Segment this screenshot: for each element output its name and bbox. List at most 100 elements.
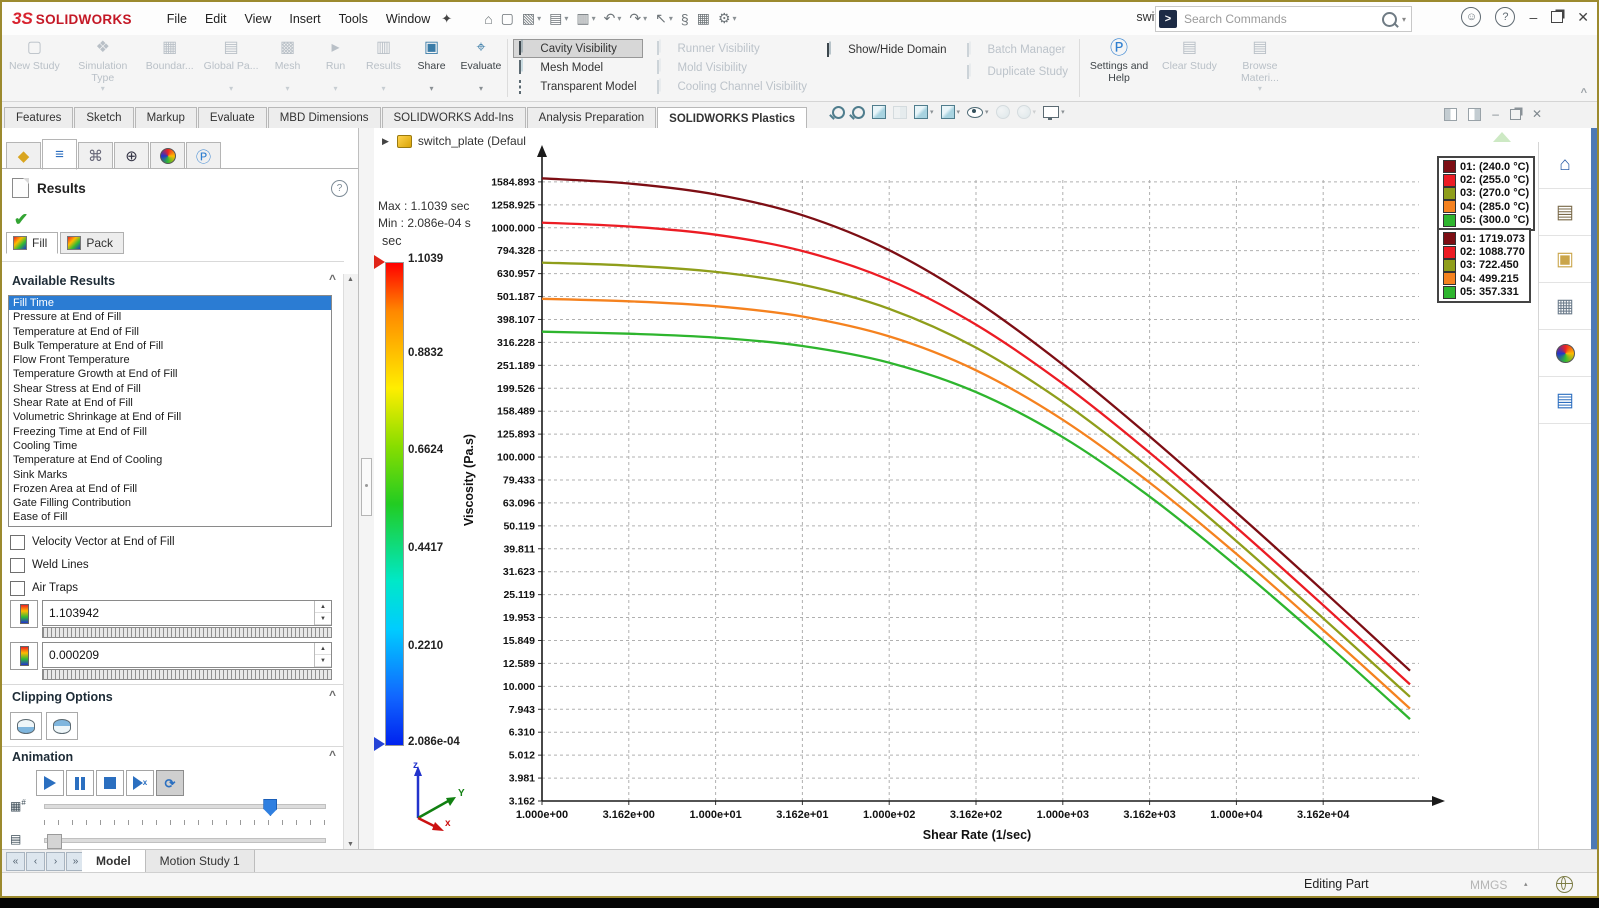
evaluate-button[interactable]: ⌖Evaluate▾ [456, 35, 507, 101]
flip-clipping-icon[interactable] [46, 712, 78, 740]
speed-slider-track[interactable] [44, 838, 326, 843]
speed-slider-handle[interactable] [47, 834, 62, 849]
min-scale-icon[interactable] [10, 642, 38, 670]
menu-view[interactable]: View [236, 8, 281, 30]
select-icon[interactable]: ↖▾ [655, 10, 673, 27]
search-commands-box[interactable]: > ▾ [1155, 6, 1412, 32]
result-item[interactable]: Ease of Fill [9, 510, 331, 524]
splitter-collapse-handle[interactable] [361, 458, 372, 516]
result-item[interactable]: Flow Front Temperature [9, 353, 331, 367]
min-value-input[interactable] [43, 643, 314, 667]
section-view-icon[interactable] [872, 105, 886, 119]
dropdown-caret-icon[interactable]: ▾ [1061, 108, 1065, 116]
first-tab-icon[interactable]: « [6, 852, 25, 871]
hide-show-icon[interactable]: ▾ [967, 107, 989, 118]
options-icon[interactable]: ⚙▾ [718, 10, 737, 27]
result-item[interactable]: Fill Time [9, 296, 331, 310]
dropdown-caret-icon[interactable]: ▾ [537, 14, 541, 23]
next-tab-icon[interactable]: › [46, 852, 65, 871]
taskpane-expand-icon[interactable] [1493, 132, 1511, 142]
panel-scrollbar[interactable]: ▲ ▼ [343, 274, 358, 850]
doc-restore-icon[interactable] [1510, 109, 1521, 120]
dropdown-caret-icon[interactable]: ▾ [643, 14, 647, 23]
result-item[interactable]: Cooling Time [9, 439, 331, 453]
prev-tab-icon[interactable]: ‹ [26, 852, 45, 871]
play-speed-button[interactable]: x [126, 770, 154, 796]
stop-button[interactable] [96, 770, 124, 796]
tab-solidworks-add-ins[interactable]: SOLIDWORKS Add-Ins [382, 107, 526, 128]
doc-close-icon[interactable]: ✕ [1532, 107, 1542, 121]
tab-model[interactable]: Model [82, 850, 146, 873]
result-item[interactable]: Shear Stress at End of Fill [9, 382, 331, 396]
max-value-field[interactable]: ▲▼ [42, 600, 332, 626]
tab-pack[interactable]: Pack [60, 232, 124, 254]
flyout-arrow-icon[interactable]: ▶ [382, 136, 389, 147]
share-button[interactable]: ▣Share▾ [408, 35, 456, 101]
units-caret-icon[interactable]: ▴ [1524, 880, 1528, 888]
custom-properties-icon[interactable]: ▤ [1539, 377, 1591, 424]
search-input[interactable] [1182, 11, 1382, 27]
panel-help-icon[interactable]: ? [331, 180, 348, 197]
min-value-field[interactable]: ▲▼ [42, 642, 332, 668]
dropdown-caret-icon[interactable]: ▾ [669, 14, 673, 23]
ribbon-collapse-icon[interactable]: ^ [1581, 87, 1587, 99]
section-collapse-icon[interactable]: ^ [329, 688, 336, 702]
pane-right-icon[interactable] [1468, 108, 1481, 121]
display-style-icon[interactable]: ▾ [941, 105, 961, 119]
dropdown-caret-icon[interactable]: ▾ [592, 14, 596, 23]
doc-minimize-icon[interactable]: – [1492, 107, 1499, 121]
zoom-area-icon[interactable] [852, 106, 865, 119]
tab-solidworks-plastics[interactable]: SOLIDWORKS Plastics [657, 107, 807, 129]
rebuild-icon[interactable]: ▦ [697, 10, 710, 27]
dropdown-caret-icon[interactable]: ▾ [957, 108, 961, 116]
dropdown-caret-icon[interactable]: ▾ [1258, 84, 1262, 94]
checkbox-air-traps[interactable]: Air Traps [10, 578, 78, 598]
dimxpertmanager-tab-icon[interactable]: ⊕ [114, 142, 149, 169]
dropdown-caret-icon[interactable]: ▾ [985, 108, 989, 116]
search-icon[interactable] [1382, 12, 1397, 27]
dropdown-caret-icon[interactable]: ▾ [617, 14, 621, 23]
colorbar-min-marker[interactable] [374, 737, 385, 751]
tab-evaluate[interactable]: Evaluate [198, 107, 267, 128]
result-item[interactable]: Temperature at End of Cooling [9, 453, 331, 467]
tab-motion-study-1[interactable]: Motion Study 1 [146, 850, 255, 873]
undo-icon[interactable]: ↶▾ [604, 10, 622, 27]
panel-splitter[interactable] [359, 128, 374, 850]
clipping-plane-icon[interactable] [10, 712, 42, 740]
globe-icon[interactable] [1556, 876, 1573, 893]
play-button[interactable] [36, 770, 64, 796]
view-settings-icon[interactable]: ▾ [1043, 106, 1065, 118]
result-item[interactable]: Shear Rate at End of Fill [9, 396, 331, 410]
attachment-icon[interactable]: § [681, 11, 689, 27]
tab-mbd-dimensions[interactable]: MBD Dimensions [268, 107, 381, 128]
cavity-visibility-toggle[interactable]: Cavity Visibility [513, 39, 642, 58]
tab-sketch[interactable]: Sketch [74, 107, 133, 128]
min-spinner[interactable]: ▲▼ [314, 643, 331, 667]
design-library-icon[interactable]: ▤ [1539, 189, 1591, 236]
user-account-icon[interactable]: ☺ [1461, 7, 1481, 27]
dropdown-caret-icon[interactable]: ▾ [286, 84, 290, 94]
home-icon[interactable]: ⌂ [1539, 142, 1591, 189]
dropdown-caret-icon[interactable]: ▾ [101, 84, 105, 94]
pushpin-icon[interactable]: ✦ [441, 11, 452, 27]
checkbox-box[interactable] [10, 581, 25, 596]
zoom-fit-icon[interactable] [832, 106, 845, 119]
search-caret-icon[interactable]: ▾ [1402, 15, 1406, 24]
displaymanager-tab-icon[interactable] [150, 142, 185, 169]
dropdown-caret-icon[interactable]: ▾ [930, 108, 934, 116]
open-icon[interactable]: ▧▾ [522, 10, 541, 27]
result-item[interactable]: Freezing Time at End of Fill [9, 425, 331, 439]
max-value-slider[interactable] [42, 627, 332, 638]
section-collapse-icon[interactable]: ^ [329, 272, 336, 286]
result-item[interactable]: Gate Filling Contribution [9, 496, 331, 510]
close-button[interactable]: ✕ [1577, 9, 1589, 26]
checkbox-weld-lines[interactable]: Weld Lines [10, 555, 89, 575]
dropdown-caret-icon[interactable]: ▾ [229, 84, 233, 94]
min-value-slider[interactable] [42, 669, 332, 680]
appearances-icon[interactable] [1539, 330, 1591, 377]
redo-icon[interactable]: ↷▾ [629, 10, 647, 27]
result-item[interactable]: Frozen Area at End of Fill [9, 482, 331, 496]
menu-edit[interactable]: Edit [196, 8, 236, 30]
menu-window[interactable]: Window [377, 8, 439, 30]
configurationmanager-tab-icon[interactable]: ⌘ [78, 142, 113, 169]
